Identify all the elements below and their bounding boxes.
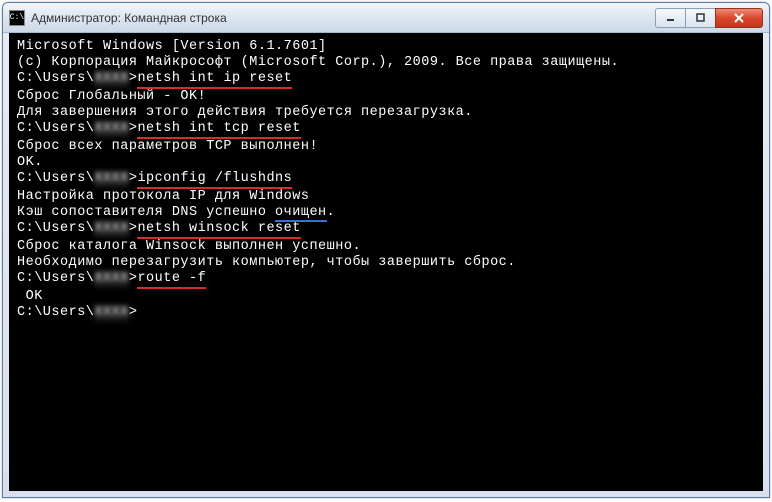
command-2: netsh int tcp reset <box>137 121 300 139</box>
output-line: Сброс всех параметров TCP выполнен! <box>17 139 755 155</box>
prompt-line-4: C:\Users\XXXX>netsh winsock reset <box>17 221 755 239</box>
command-prompt-window: C:\ Администратор: Командная строка Micr… <box>2 2 770 498</box>
command-3: ipconfig /flushdns <box>137 171 292 189</box>
output-line: Для завершения этого действия требуется … <box>17 105 755 121</box>
output-line: Сброс Глобальный - OK! <box>17 89 755 105</box>
prompt-line-5: C:\Users\XXXX>route -f <box>17 271 755 289</box>
version-line: Microsoft Windows [Version 6.1.7601] <box>17 39 755 55</box>
window-controls <box>655 8 763 28</box>
prompt-line-6: C:\Users\XXXX> <box>17 305 755 321</box>
prompt-line-3: C:\Users\XXXX>ipconfig /flushdns <box>17 171 755 189</box>
close-button[interactable] <box>715 8 763 28</box>
prompt-line-2: C:\Users\XXXX>netsh int tcp reset <box>17 121 755 139</box>
window-title: Администратор: Командная строка <box>31 11 655 25</box>
output-line: Настройка протокола IP для Windows <box>17 189 755 205</box>
maximize-button[interactable] <box>685 8 715 28</box>
output-line: Сброс каталога Winsock выполнен успешно. <box>17 239 755 255</box>
output-line: Кэш сопоставителя DNS успешно очищен. <box>17 205 755 221</box>
output-line: OK <box>17 289 755 305</box>
output-line: Необходимо перезагрузить компьютер, чтоб… <box>17 255 755 271</box>
command-5: route -f <box>137 271 206 289</box>
copyright-line: (c) Корпорация Майкрософт (Microsoft Cor… <box>17 55 755 71</box>
command-4: netsh winsock reset <box>137 221 300 239</box>
terminal-output[interactable]: Microsoft Windows [Version 6.1.7601] (c)… <box>9 33 763 491</box>
prompt-line-1: C:\Users\XXXX>netsh int ip reset <box>17 71 755 89</box>
titlebar[interactable]: C:\ Администратор: Командная строка <box>3 3 769 33</box>
cmd-icon: C:\ <box>9 10 25 26</box>
output-line: OK. <box>17 155 755 171</box>
minimize-button[interactable] <box>655 8 685 28</box>
command-1: netsh int ip reset <box>137 71 292 89</box>
